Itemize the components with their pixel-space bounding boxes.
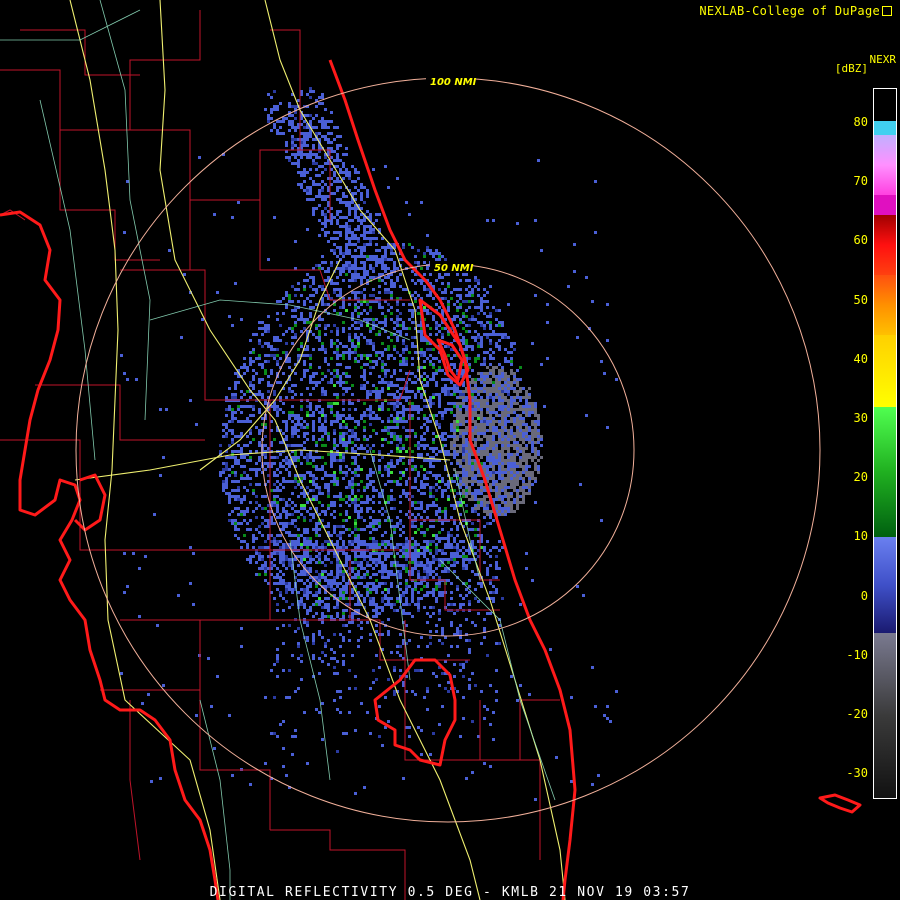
scale-tick-label: 80: [853, 115, 868, 129]
scale-tick-label: 50: [853, 292, 868, 307]
scale-tick-label: -30: [846, 766, 868, 781]
scale-seg-magenta: [874, 195, 896, 215]
units-label: [dBZ]: [834, 62, 868, 75]
college-logo-icon: [882, 6, 892, 16]
scale-tick-label: 70: [853, 174, 868, 189]
credit-text: NEXLAB-College of DuPage: [699, 4, 880, 18]
product-label: NEXR: [869, 53, 897, 66]
scale-seg-gray: [874, 633, 896, 798]
scale-seg-cyan: [874, 121, 896, 135]
scale-tick-label: -10: [846, 647, 868, 662]
radar-map: 100 NMI 50 NMI: [0, 0, 862, 900]
range-ring-50-label: 50 NMI: [434, 263, 474, 274]
scale-seg-green: [874, 407, 896, 537]
scale-seg-yellow: [874, 335, 896, 407]
scale-seg-pink: [874, 135, 896, 195]
scale-tick-label: 30: [853, 411, 868, 425]
scale-seg-red: [874, 215, 896, 275]
scale-tick-label: 60: [853, 233, 868, 248]
scale-tick-label: -20: [846, 707, 868, 721]
dbz-color-scale: [873, 88, 897, 799]
reflectivity-echoes: [120, 87, 618, 801]
scale-tick-label: 10: [853, 529, 868, 544]
scale-seg-blue: [874, 537, 896, 633]
scale-tick-label: 20: [853, 470, 868, 485]
caption: DIGITAL REFLECTIVITY 0.5 DEG - KMLB 21 N…: [209, 885, 691, 900]
scale-tick-label: 40: [853, 351, 868, 366]
range-ring-100-label: 100 NMI: [430, 77, 477, 88]
scale-seg-80: [874, 89, 896, 119]
credit-label: NEXLAB-College of DuPage: [699, 4, 892, 18]
scale-seg-orange: [874, 275, 896, 335]
scale-tick-label: 0: [860, 588, 868, 603]
